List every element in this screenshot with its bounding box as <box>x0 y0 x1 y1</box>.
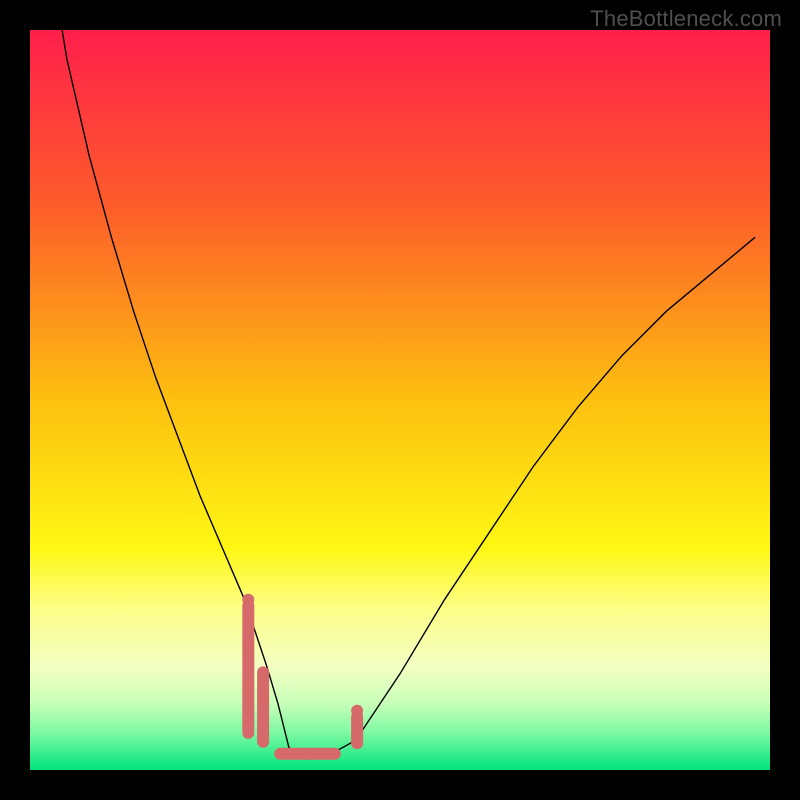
gradient-background <box>30 30 770 770</box>
chart-frame: TheBottleneck.com <box>0 0 800 800</box>
watermark-text: TheBottleneck.com <box>590 6 782 32</box>
bottleneck-plot <box>30 30 770 770</box>
